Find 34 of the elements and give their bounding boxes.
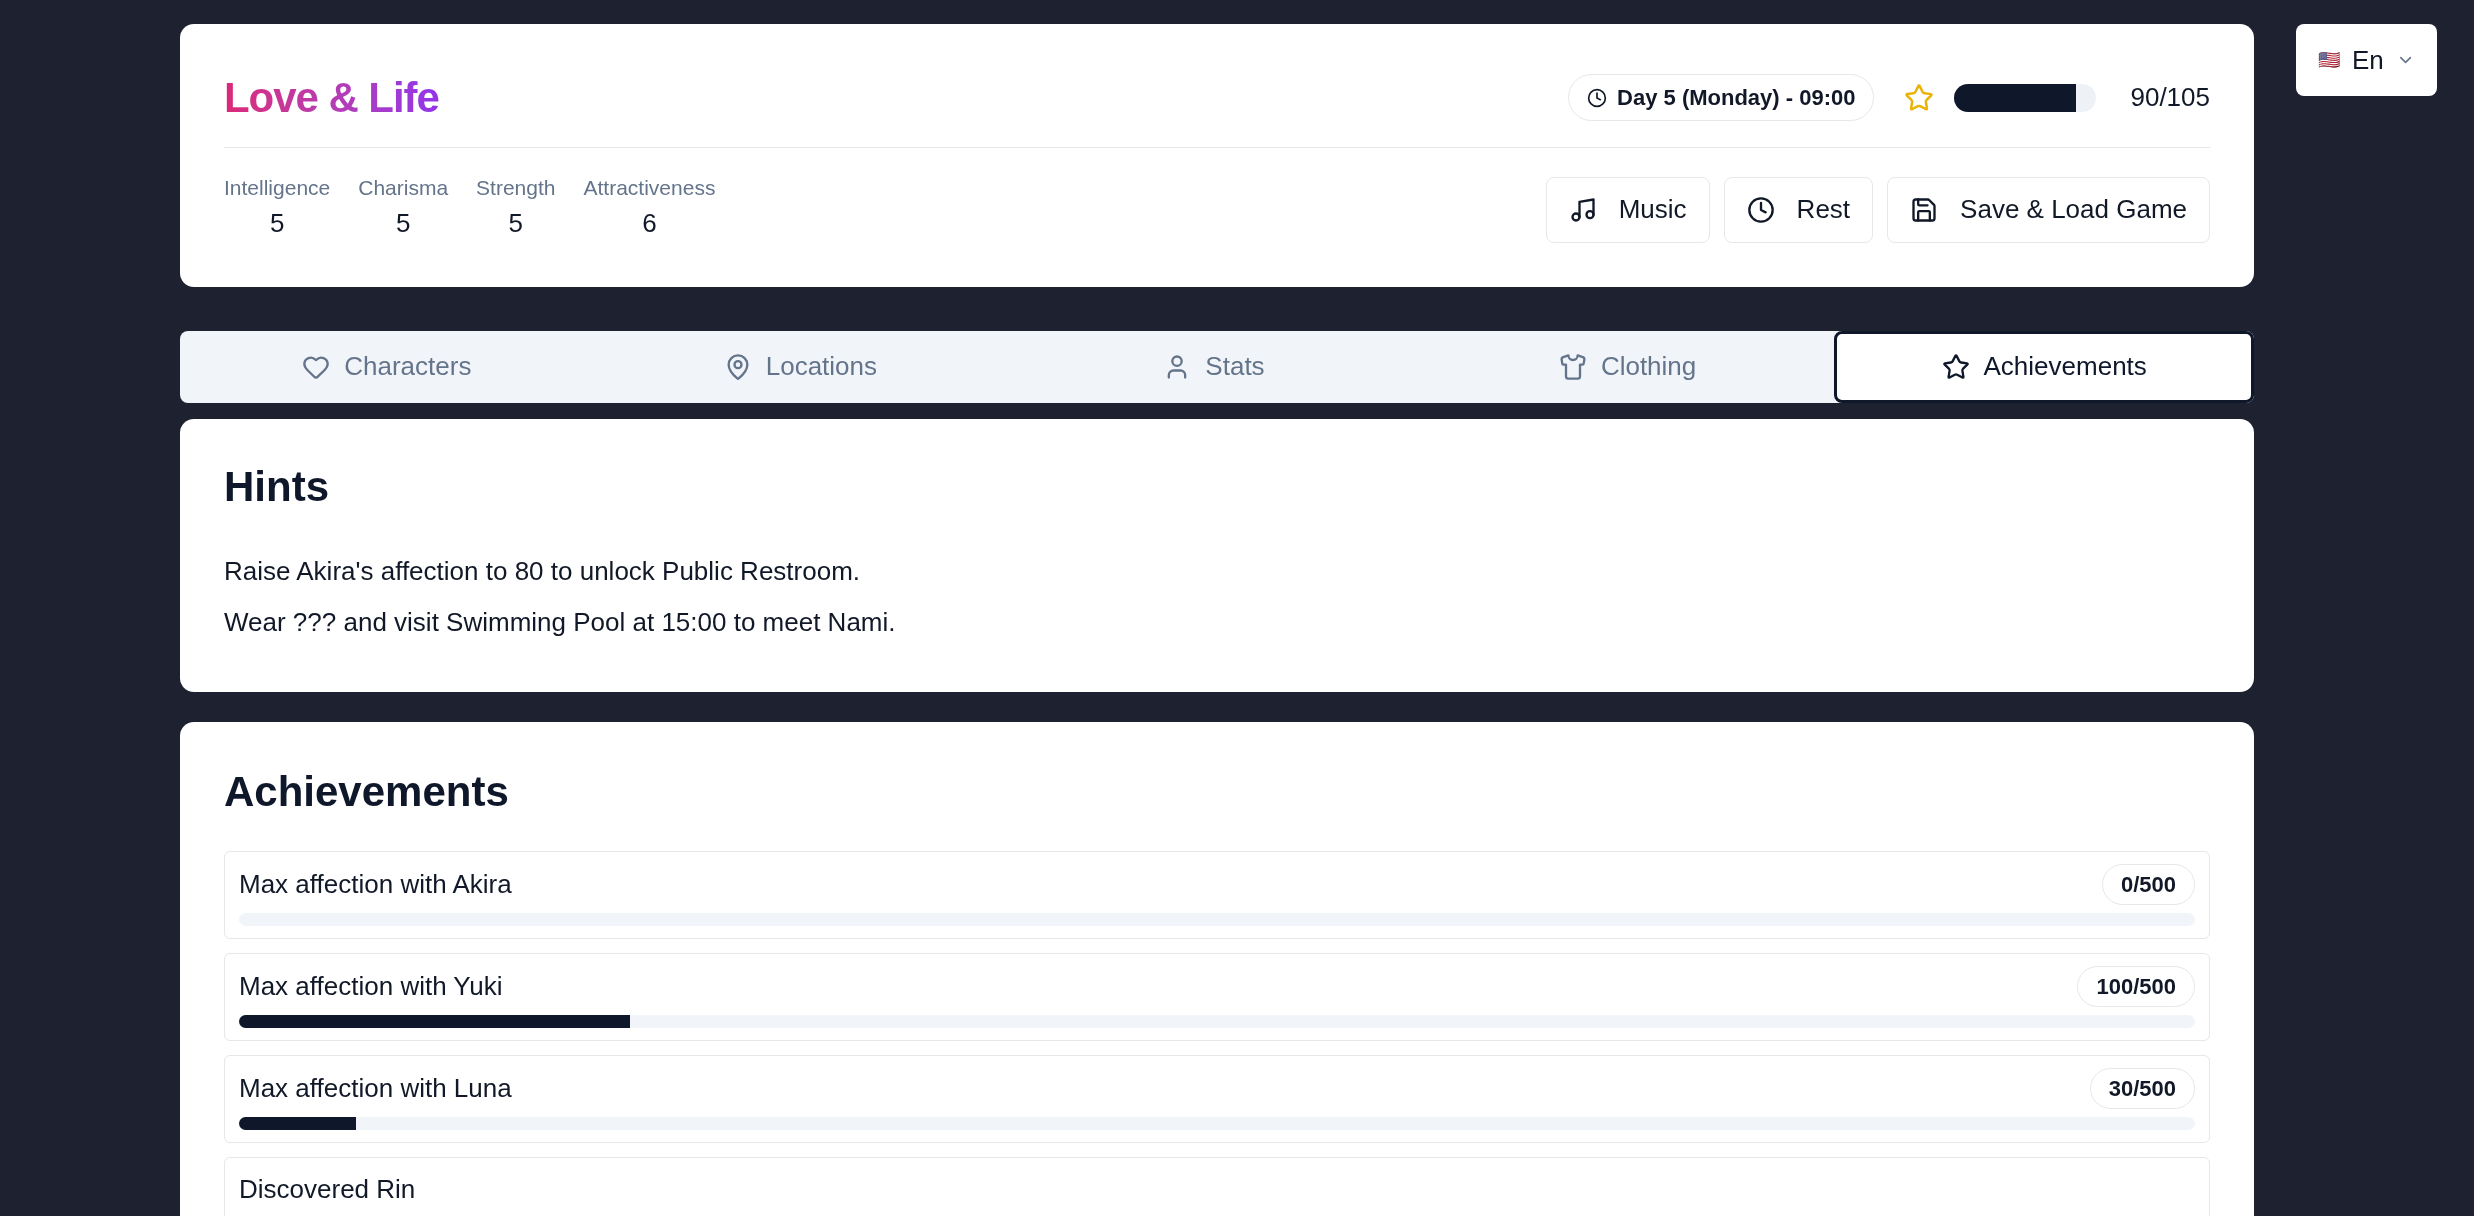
stat-label: Strength — [476, 175, 556, 201]
tab[interactable]: Locations — [593, 330, 1008, 403]
achievement-name: Max affection with Yuki — [239, 969, 503, 1003]
hints-heading: Hints — [224, 461, 330, 512]
tab[interactable]: Characters — [180, 330, 594, 403]
stat-value: 6 — [642, 206, 657, 240]
language-button[interactable]: 🇺🇸 En — [2296, 24, 2437, 96]
flag-icon: 🇺🇸 — [2318, 46, 2340, 74]
energy-reading: 90/105 — [2130, 81, 2210, 114]
stat-value: 5 — [395, 206, 411, 240]
stat-label: Intelligence — [224, 175, 331, 201]
tab[interactable]: Stats — [1007, 330, 1421, 403]
achievement-name: Max affection with Akira — [239, 867, 512, 901]
language-label: En — [2352, 43, 2384, 77]
music-note-icon — [1568, 195, 1597, 224]
clock-icon — [1587, 87, 1608, 108]
star-icon — [1941, 352, 1970, 381]
toolbar-button[interactable]: Music — [1545, 176, 1710, 243]
achievement-name: Discovered Rin — [239, 1172, 416, 1206]
stat-label: Charisma — [358, 175, 449, 201]
hint-text: Wear ??? and visit Swimming Pool at 15:00 to meet Nami. — [224, 605, 897, 639]
stat-label: Attractiveness — [583, 175, 716, 201]
shirt-icon — [1558, 352, 1587, 381]
stat-value: 5 — [508, 206, 524, 240]
hint-text: Raise Akira's affection to 80 to unlock Public Restroom. — [224, 554, 862, 588]
tab[interactable]: Clothing — [1420, 330, 1835, 403]
toolbar-button[interactable]: Save & Load Game — [1887, 176, 2210, 243]
achievements-heading: Achievements — [224, 766, 510, 817]
star-icon — [1904, 82, 1935, 113]
stat-value: 5 — [269, 206, 285, 240]
toolbar-button[interactable]: Rest — [1723, 176, 1874, 243]
achievement-name: Max affection with Luna — [239, 1071, 512, 1105]
clock-icon — [1746, 195, 1775, 224]
tab[interactable]: Achievements — [1834, 330, 2254, 403]
